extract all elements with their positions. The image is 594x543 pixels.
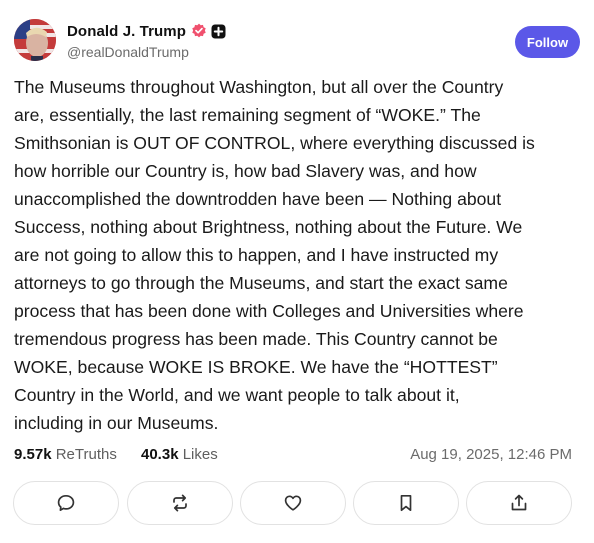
bookmark-button[interactable] bbox=[353, 481, 459, 525]
bookmark-icon bbox=[400, 494, 412, 512]
post-text-line: The Museums throughout Washington, but a… bbox=[14, 77, 504, 97]
avatar[interactable] bbox=[14, 19, 56, 61]
reply-icon bbox=[57, 494, 75, 512]
post-header: Donald J. Trump @realDonaldTrump Follow bbox=[14, 17, 580, 65]
author-handle[interactable]: @realDonaldTrump bbox=[67, 44, 189, 60]
author-name-row: Donald J. Trump bbox=[67, 21, 226, 41]
plus-badge-icon bbox=[211, 24, 226, 38]
like-button[interactable] bbox=[240, 481, 346, 525]
post-actions bbox=[13, 481, 573, 525]
likes-label: Likes bbox=[182, 446, 218, 463]
likes-count: 40.3k bbox=[141, 446, 179, 463]
post-text-line: tremendous progress has been made. This … bbox=[14, 329, 498, 349]
share-button[interactable] bbox=[466, 481, 572, 525]
retruth-icon bbox=[173, 494, 187, 512]
retruths-label: ReTruths bbox=[55, 446, 117, 463]
follow-button[interactable]: Follow bbox=[515, 26, 580, 58]
retruths-count: 9.57k bbox=[14, 446, 52, 463]
like-icon bbox=[284, 495, 302, 511]
post-text-line: Smithsonian is OUT OF CONTROL, where eve… bbox=[14, 133, 535, 153]
reply-button[interactable] bbox=[13, 481, 119, 525]
post-text-line: process that has been done with Colleges… bbox=[14, 301, 524, 321]
likes-stat[interactable]: 40.3k Likes bbox=[141, 446, 218, 463]
retruth-button[interactable] bbox=[127, 481, 233, 525]
verified-badge-icon bbox=[192, 23, 206, 38]
post-text-line: are, essentially, the last remaining seg… bbox=[14, 105, 481, 125]
post-timestamp[interactable]: Aug 19, 2025, 12:46 PM bbox=[410, 446, 572, 463]
avatar-image bbox=[14, 19, 56, 61]
post-text-line: attorneys to go through the Museums, and… bbox=[14, 273, 508, 293]
post-text-line: Country in the World, and we want people… bbox=[14, 385, 460, 405]
post-stats: 9.57k ReTruths 40.3k Likes Aug 19, 2025,… bbox=[14, 446, 572, 466]
share-icon bbox=[511, 494, 527, 511]
post-text-line: are not going to allow this to happen, a… bbox=[14, 245, 499, 265]
post-card: Donald J. Trump @realDonaldTrump Follow … bbox=[0, 0, 594, 543]
post-text-line: how horrible our Country is, how bad Sla… bbox=[14, 161, 477, 181]
post-text-line: Success, nothing about Brightness, nothi… bbox=[14, 217, 523, 237]
post-text-line: including in our Museums. bbox=[14, 413, 219, 433]
author-display-name[interactable]: Donald J. Trump bbox=[67, 23, 186, 40]
post-body: The Museums throughout Washington, but a… bbox=[14, 73, 582, 437]
post-text-line: unaccomplished the downtrodden have been… bbox=[14, 189, 502, 209]
retruths-stat[interactable]: 9.57k ReTruths bbox=[14, 446, 117, 463]
post-text-line: WOKE, because WOKE IS BROKE. We have the… bbox=[14, 357, 498, 377]
